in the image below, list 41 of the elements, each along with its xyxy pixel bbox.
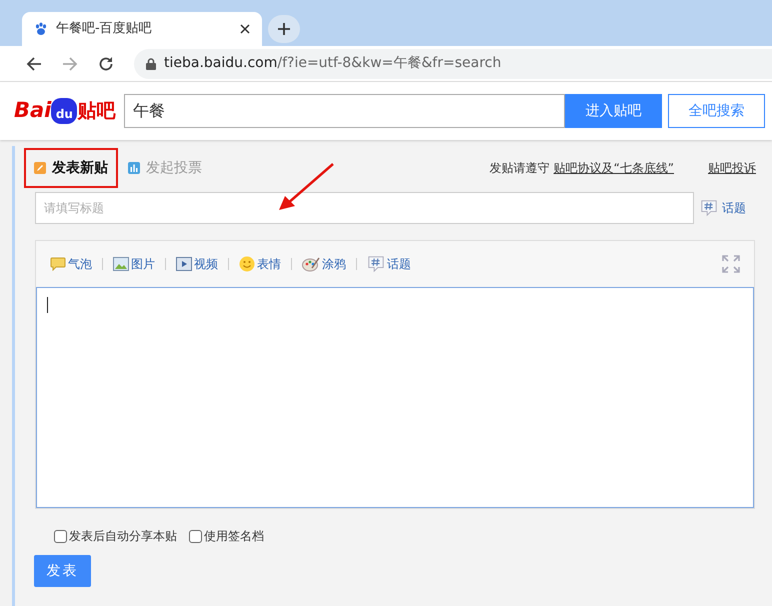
topic-link[interactable]: 话题 (700, 199, 746, 217)
hash-icon (700, 199, 718, 217)
back-icon[interactable] (26, 56, 42, 72)
annotation-arrow (279, 163, 334, 210)
palette-icon (302, 256, 320, 272)
toolbar-button[interactable]: 视频 (176, 255, 218, 273)
search-button[interactable]: 进入贴吧 (565, 94, 662, 128)
plus-icon (278, 23, 290, 35)
logo-paw: du (51, 98, 78, 124)
toolbar-button[interactable]: 话题 (367, 255, 411, 273)
lock-icon (146, 58, 156, 70)
submit-button[interactable]: 发表 (34, 555, 91, 587)
paw-icon (34, 22, 48, 36)
image-icon (113, 257, 129, 271)
address-bar[interactable]: tieba.baidu.com/f?ie=utf-8&kw=午餐&fr=search (134, 48, 772, 78)
post-tab[interactable]: 发表新贴 (24, 148, 118, 188)
logo-text: 贴吧 (77, 98, 116, 124)
bar-chart-icon (128, 162, 140, 174)
speech-bubble-icon (50, 257, 66, 271)
report-link[interactable]: 贴吧投诉 (708, 159, 756, 177)
text-cursor (47, 297, 48, 313)
new-tab-button[interactable] (268, 15, 300, 43)
search-field[interactable]: 午餐 (124, 94, 565, 128)
search-button[interactable]: 全吧搜索 (668, 94, 765, 128)
notice-text: 发贴请遵守 (490, 160, 550, 177)
option-checkbox[interactable]: 使用签名档 (189, 527, 264, 545)
video-icon (176, 257, 192, 271)
search-text: 午餐 (133, 100, 165, 122)
url-text: tieba.baidu.com/f?ie=utf-8&kw=午餐&fr=search (164, 54, 502, 73)
pencil-icon (34, 162, 46, 174)
smiley-icon (239, 256, 255, 272)
reload-icon[interactable] (98, 56, 114, 72)
close-icon[interactable] (240, 24, 250, 34)
toolbar-button[interactable]: 气泡 (50, 255, 92, 273)
hash-icon (367, 255, 385, 273)
toolbar-button[interactable]: 表情 (239, 255, 281, 273)
toolbar-button[interactable]: 涂鸦 (302, 255, 346, 273)
title-field[interactable]: 请填写标题 (35, 192, 694, 224)
option-checkbox[interactable]: 发表后自动分享本贴 (54, 527, 177, 545)
rules-link[interactable]: 贴吧协议及“七条底线” (554, 159, 674, 177)
toolbar-button[interactable]: 图片 (113, 255, 155, 273)
